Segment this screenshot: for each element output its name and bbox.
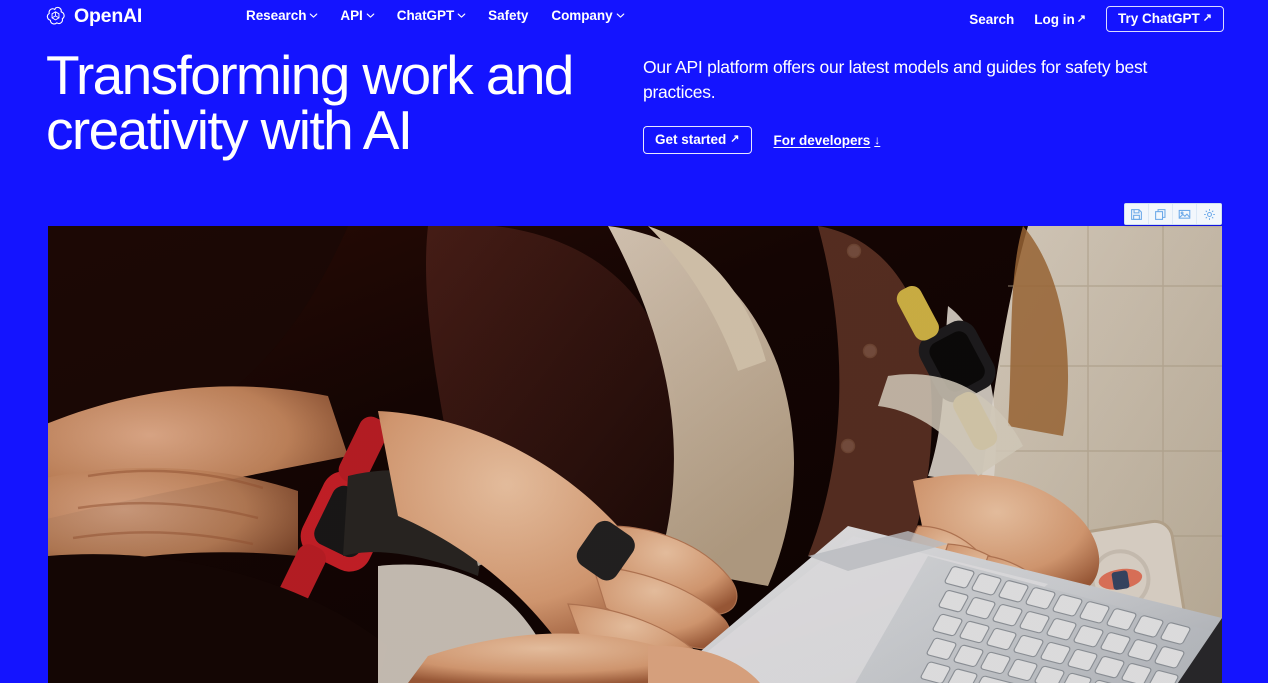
nav-item-safety[interactable]: Safety bbox=[488, 8, 528, 23]
nav-item-company[interactable]: Company bbox=[551, 8, 624, 23]
chevron-down-icon bbox=[457, 11, 466, 19]
hero-photo bbox=[48, 226, 1222, 683]
chevron-down-icon bbox=[309, 11, 318, 19]
hero-content-right: Our API platform offers our latest model… bbox=[643, 55, 1223, 154]
try-chatgpt-button[interactable]: Try ChatGPT ↗ bbox=[1106, 6, 1224, 32]
try-chatgpt-label: Try ChatGPT bbox=[1118, 11, 1200, 26]
arrow-up-right-icon: ↗ bbox=[1076, 12, 1087, 25]
top-navigation: OpenAI Research API ChatGPT Safety Compa… bbox=[0, 0, 1268, 34]
brand-home-link[interactable]: OpenAI bbox=[44, 5, 142, 28]
hero-media bbox=[48, 226, 1222, 683]
save-icon[interactable] bbox=[1125, 204, 1149, 224]
settings-icon[interactable] bbox=[1197, 204, 1221, 224]
arrow-down-icon: ↓ bbox=[874, 133, 881, 147]
openai-logo-icon bbox=[44, 5, 67, 28]
image-icon[interactable] bbox=[1173, 204, 1197, 224]
search-button[interactable]: Search bbox=[969, 12, 1014, 27]
get-started-label: Get started bbox=[655, 132, 727, 147]
nav-item-api-label: API bbox=[340, 8, 363, 23]
hero-section: Transforming work and creativity with AI… bbox=[0, 44, 1268, 204]
hero-actions: Get started ↗ For developers ↓ bbox=[643, 126, 1223, 154]
primary-nav-links: Research API ChatGPT Safety Company bbox=[246, 8, 624, 23]
chevron-down-icon bbox=[616, 11, 624, 19]
page-title: Transforming work and creativity with AI bbox=[46, 44, 574, 161]
for-developers-link[interactable]: For developers ↓ bbox=[774, 133, 881, 148]
chevron-down-icon bbox=[366, 11, 375, 19]
nav-item-research-label: Research bbox=[246, 8, 307, 23]
nav-item-research[interactable]: Research bbox=[246, 8, 318, 23]
get-started-button[interactable]: Get started ↗ bbox=[643, 126, 752, 154]
search-label: Search bbox=[969, 11, 1015, 27]
nav-utility-links: Search Log in ↗ Try ChatGPT ↗ bbox=[969, 6, 1224, 32]
nav-item-chatgpt[interactable]: ChatGPT bbox=[396, 8, 466, 23]
arrow-up-right-icon: ↗ bbox=[1202, 12, 1212, 24]
for-developers-label: For developers bbox=[773, 132, 871, 148]
nav-item-company-label: Company bbox=[551, 8, 613, 23]
hero-description: Our API platform offers our latest model… bbox=[643, 57, 1148, 102]
image-toolbar bbox=[1124, 203, 1222, 225]
arrow-up-right-icon: ↗ bbox=[730, 133, 740, 145]
nav-item-chatgpt-label: ChatGPT bbox=[396, 8, 455, 23]
nav-item-api[interactable]: API bbox=[340, 8, 375, 23]
nav-item-safety-label: Safety bbox=[488, 8, 529, 23]
brand-name: OpenAI bbox=[74, 5, 143, 27]
login-label: Log in bbox=[1034, 11, 1075, 27]
copy-icon[interactable] bbox=[1149, 204, 1173, 224]
page-root: OpenAI Research API ChatGPT Safety Compa… bbox=[0, 0, 1268, 683]
login-link[interactable]: Log in ↗ bbox=[1034, 12, 1086, 27]
